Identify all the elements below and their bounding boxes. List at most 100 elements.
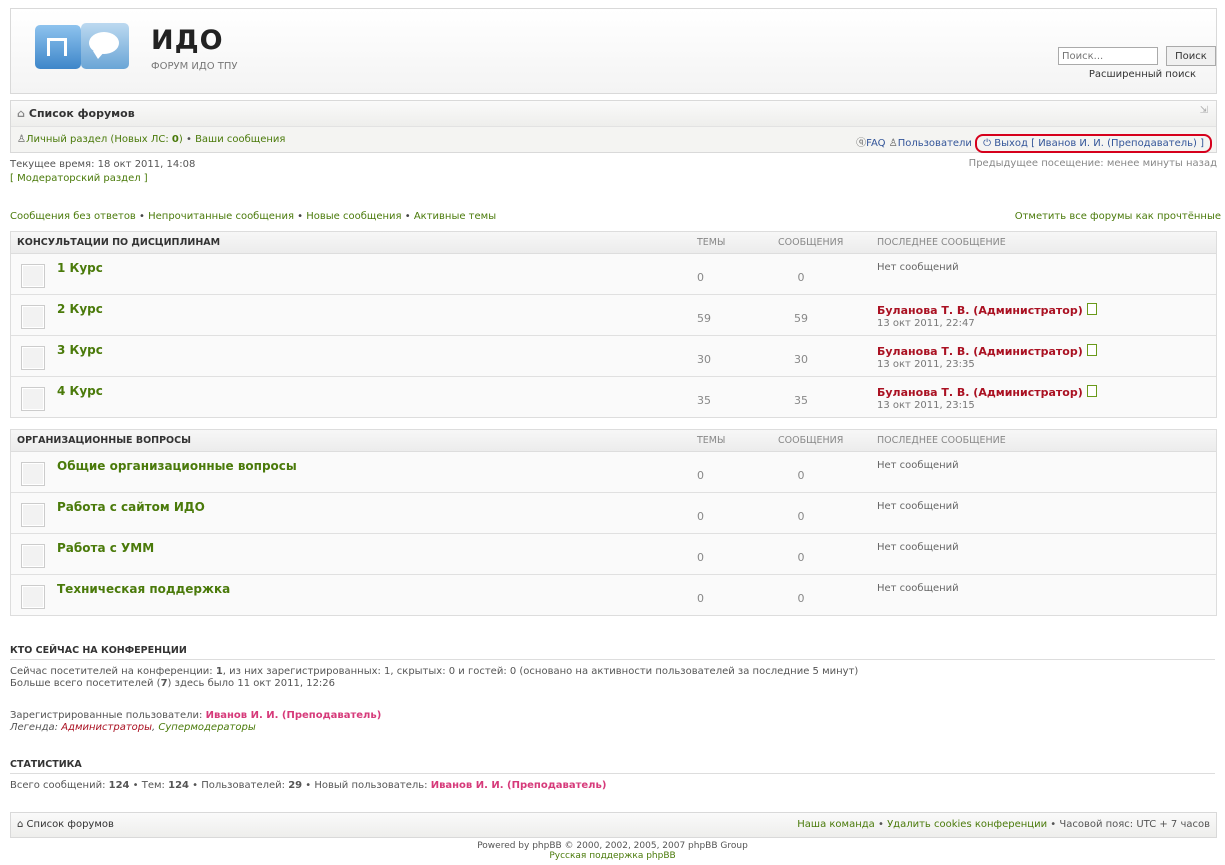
search-input[interactable] bbox=[1058, 47, 1158, 65]
topics-count: 0 bbox=[697, 271, 704, 284]
posts-count: 30 bbox=[794, 353, 808, 366]
logout-link[interactable]: Выход [ Иванов И. И. (Преподаватель) ] bbox=[994, 138, 1204, 149]
forum-link[interactable]: Техническая поддержка bbox=[57, 582, 230, 596]
logo-chat-bubble-icon bbox=[81, 23, 129, 69]
topics-count: 0 bbox=[697, 551, 704, 564]
footer-navbar: ⌂ Список форумов Наша команда • Удалить … bbox=[10, 812, 1217, 838]
last-post-date: 13 окт 2011, 23:15 bbox=[877, 400, 975, 411]
forum-link[interactable]: 1 Курс bbox=[57, 261, 103, 275]
forum-row: Общие организационные вопросы 0 0 Нет со… bbox=[11, 452, 1216, 493]
mark-all-read-link[interactable]: Отметить все форумы как прочтённые bbox=[1015, 211, 1221, 222]
quick-links: Сообщения без ответов • Непрочитанные со… bbox=[10, 211, 497, 222]
timezone-text: Часовой пояс: UTC + 7 часов bbox=[1059, 819, 1210, 830]
topics-count: 0 bbox=[697, 469, 704, 482]
forum-link[interactable]: Общие организационные вопросы bbox=[57, 459, 297, 473]
powered-by: Powered by phpBB © 2000, 2002, 2005, 200… bbox=[0, 841, 1225, 861]
topics-count: 0 bbox=[697, 592, 704, 605]
category-title[interactable]: ОРГАНИЗАЦИОННЫЕ ВОПРОСЫ bbox=[17, 435, 191, 446]
last-post-header: ПОСЛЕДНЕЕ СООБЩЕНИЕ bbox=[877, 237, 1006, 248]
posts-count: 0 bbox=[797, 469, 805, 482]
posts-count: 0 bbox=[797, 551, 805, 564]
legend-supermods-link[interactable]: Супермодераторы bbox=[158, 722, 255, 733]
user-control-panel: ♙Личный раздел (Новых ЛС: 0) • Ваши сооб… bbox=[17, 134, 286, 145]
posts-count: 0 bbox=[797, 510, 805, 523]
last-post: Буланова Т. В. (Администратор) 13 окт 201… bbox=[877, 385, 1097, 412]
team-link[interactable]: Наша команда bbox=[797, 819, 875, 830]
forum-read-icon bbox=[21, 305, 45, 329]
forum-row: 2 Курс 59 59 Буланова Т. В. (Администрат… bbox=[11, 295, 1216, 336]
advanced-search-link[interactable]: Расширенный поиск bbox=[1089, 69, 1196, 80]
view-latest-post-icon[interactable] bbox=[1086, 303, 1097, 315]
forum-read-icon bbox=[21, 264, 45, 288]
legend-admins-link[interactable]: Администраторы bbox=[61, 722, 152, 733]
no-posts-text: Нет сообщений bbox=[877, 460, 959, 471]
members-link[interactable]: Пользователи bbox=[898, 138, 972, 149]
last-post-author[interactable]: Буланова Т. В. (Администратор) bbox=[877, 345, 1083, 358]
navbar: ⌂ Список форумов ⇲ ♙Личный раздел (Новых … bbox=[10, 100, 1217, 153]
site-header: ИДО ФОРУМ ИДО ТПУ Поиск Расширенный поис… bbox=[10, 8, 1217, 94]
category-organizational: ОРГАНИЗАЦИОННЫЕ ВОПРОСЫ ТЕМЫ СООБЩЕНИЯ П… bbox=[10, 429, 1217, 616]
new-posts-link[interactable]: Новые сообщения bbox=[306, 211, 401, 222]
logout-highlight: ⏻ Выход [ Иванов И. И. (Преподаватель) ] bbox=[975, 134, 1212, 153]
site-logo[interactable] bbox=[35, 23, 140, 71]
copyright: Powered by phpBB © 2000, 2002, 2005, 200… bbox=[477, 841, 748, 851]
forum-link[interactable]: Работа с УММ bbox=[57, 541, 154, 555]
topics-count: 35 bbox=[697, 394, 711, 407]
home-icon: ⌂ bbox=[17, 819, 24, 830]
forum-link[interactable]: 4 Курс bbox=[57, 384, 103, 398]
statistics-text: Всего сообщений: 124 • Тем: 124 • Пользо… bbox=[10, 780, 607, 791]
who-is-online-title: КТО СЕЙЧАС НА КОНФЕРЕНЦИИ bbox=[10, 645, 1215, 660]
forum-read-icon bbox=[21, 503, 45, 527]
no-posts-text: Нет сообщений bbox=[877, 501, 959, 512]
unread-link[interactable]: Непрочитанные сообщения bbox=[148, 211, 294, 222]
topics-count: 0 bbox=[697, 510, 704, 523]
footer-forum-index[interactable]: ⌂ Список форумов bbox=[17, 819, 114, 830]
category-title[interactable]: КОНСУЛЬТАЦИИ ПО ДИСЦИПЛИНАМ bbox=[17, 237, 220, 248]
logout-icon: ⏻ bbox=[983, 138, 992, 149]
active-topics-link[interactable]: Активные темы bbox=[414, 211, 496, 222]
view-latest-post-icon[interactable] bbox=[1086, 385, 1097, 397]
forum-read-icon bbox=[21, 462, 45, 486]
forum-row: Работа с сайтом ИДО 0 0 Нет сообщений bbox=[11, 493, 1216, 534]
forum-row: 1 Курс 0 0 Нет сообщений bbox=[11, 254, 1216, 295]
newest-user-link[interactable]: Иванов И. И. (Преподаватель) bbox=[431, 780, 607, 791]
faq-icon: ⓠ bbox=[856, 138, 867, 149]
search-button[interactable]: Поиск bbox=[1166, 46, 1216, 66]
last-post-date: 13 окт 2011, 22:47 bbox=[877, 318, 975, 329]
mcp-link[interactable]: [ Модераторский раздел ] bbox=[10, 173, 148, 184]
unanswered-link[interactable]: Сообщения без ответов bbox=[10, 211, 136, 222]
site-title: ИДО bbox=[151, 25, 224, 56]
posts-count: 35 bbox=[794, 394, 808, 407]
last-post-author[interactable]: Буланова Т. В. (Администратор) bbox=[877, 304, 1083, 317]
no-posts-text: Нет сообщений bbox=[877, 262, 959, 273]
members-icon: ♙ bbox=[888, 138, 898, 149]
faq-link[interactable]: FAQ bbox=[866, 138, 885, 149]
posts-count: 59 bbox=[794, 312, 808, 325]
site-description: ФОРУМ ИДО ТПУ bbox=[151, 61, 238, 72]
forum-link[interactable]: Работа с сайтом ИДО bbox=[57, 500, 205, 514]
forum-read-icon bbox=[21, 346, 45, 370]
breadcrumb-forum-index[interactable]: ⌂ Список форумов bbox=[17, 107, 135, 120]
russian-support-link[interactable]: Русская поддержка phpBB bbox=[549, 851, 675, 861]
my-posts-link[interactable]: Ваши сообщения bbox=[195, 134, 285, 145]
delete-cookies-link[interactable]: Удалить cookies конференции bbox=[887, 819, 1047, 830]
last-visit: Предыдущее посещение: менее минуты назад bbox=[968, 158, 1217, 169]
registered-users: Зарегистрированные пользователи: Иванов … bbox=[10, 710, 382, 733]
last-post-header: ПОСЛЕДНЕЕ СООБЩЕНИЕ bbox=[877, 435, 1006, 446]
category-consultations: КОНСУЛЬТАЦИИ ПО ДИСЦИПЛИНАМ ТЕМЫ СООБЩЕН… bbox=[10, 231, 1217, 418]
top-right-links: ⓠFAQ ♙Пользователи ⏻ Выход [ Иванов И. И… bbox=[856, 134, 1212, 153]
logo-tile-icon bbox=[35, 25, 81, 69]
view-latest-post-icon[interactable] bbox=[1086, 344, 1097, 356]
forum-row: Работа с УММ 0 0 Нет сообщений bbox=[11, 534, 1216, 575]
last-post-author[interactable]: Буланова Т. В. (Администратор) bbox=[877, 386, 1083, 399]
last-post-date: 13 окт 2011, 23:35 bbox=[877, 359, 975, 370]
forum-link[interactable]: 3 Курс bbox=[57, 343, 103, 357]
current-time: Текущее время: 18 окт 2011, 14:08 bbox=[10, 159, 196, 170]
font-resize-icon[interactable]: ⇲ bbox=[1200, 105, 1208, 116]
online-user-link[interactable]: Иванов И. И. (Преподаватель) bbox=[206, 710, 382, 721]
footer-links: Наша команда • Удалить cookies конференц… bbox=[797, 819, 1210, 830]
posts-header: СООБЩЕНИЯ bbox=[778, 435, 844, 446]
ucp-link[interactable]: Личный раздел (Новых ЛС: 0) bbox=[26, 134, 183, 145]
time-info: Текущее время: 18 окт 2011, 14:08 [ Моде… bbox=[10, 158, 195, 186]
forum-link[interactable]: 2 Курс bbox=[57, 302, 103, 316]
